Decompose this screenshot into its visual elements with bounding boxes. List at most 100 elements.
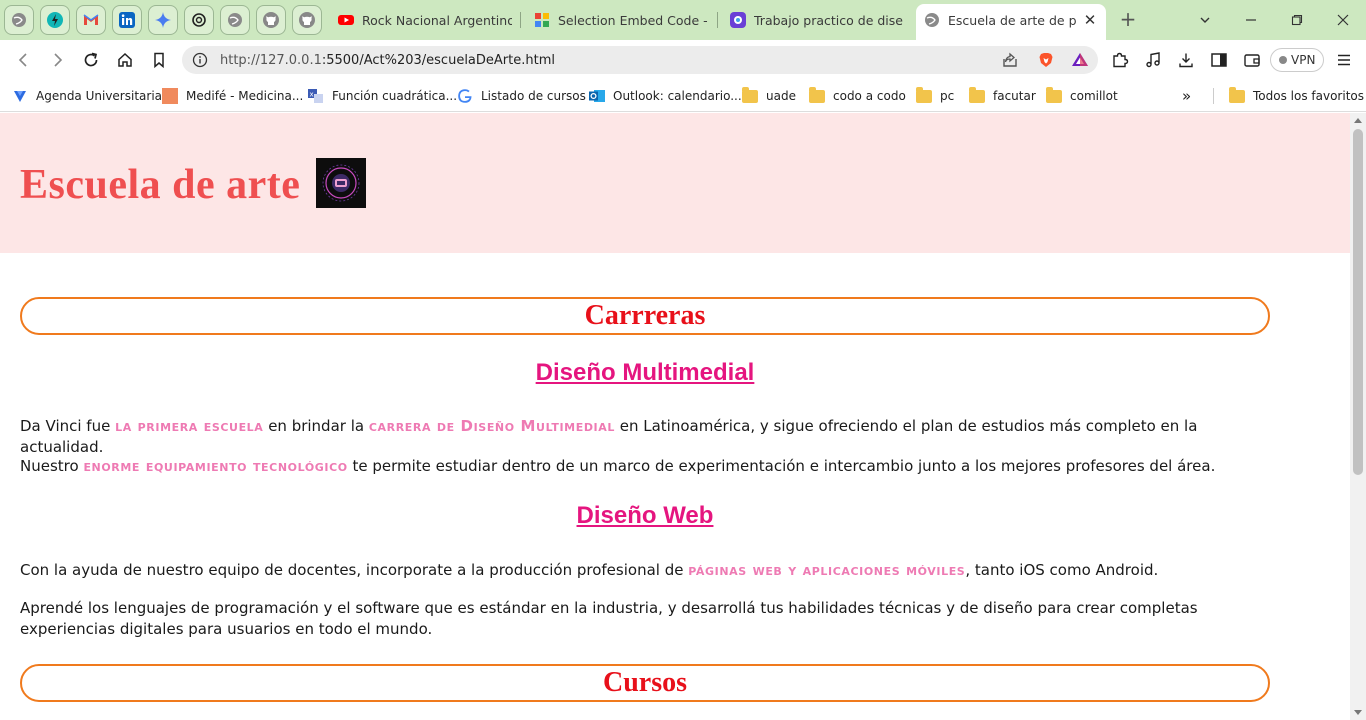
vpn-label: VPN	[1291, 53, 1316, 67]
tab-rock-nacional[interactable]: Rock Nacional Argentino - D	[330, 4, 520, 36]
tab-search-button[interactable]	[1182, 0, 1228, 40]
downloads-button[interactable]	[1174, 48, 1198, 72]
new-tab-button[interactable]: +	[1116, 8, 1140, 32]
logo-emblem-icon	[322, 164, 360, 202]
bookmark-label: Función cuadrática...	[332, 89, 458, 103]
outlook-icon	[589, 88, 605, 104]
google-icon	[534, 12, 550, 28]
url-text: http://127.0.0.1:5500/Act%203/escuelaDeA…	[220, 53, 555, 68]
home-button[interactable]	[113, 48, 137, 72]
main-menu-button[interactable]	[1332, 48, 1356, 72]
wallet-button[interactable]	[1240, 48, 1264, 72]
pinned-tab-globe[interactable]	[4, 5, 34, 35]
sidebar-button[interactable]	[1207, 48, 1231, 72]
url-host: http://127.0.0.1	[220, 52, 322, 68]
pinned-tab-linkedin[interactable]	[112, 5, 142, 35]
tab-trabajo-practico[interactable]: Trabajo practico de diseño y	[722, 4, 912, 36]
chatgpt-icon	[192, 13, 206, 27]
chevron-down-icon	[1200, 17, 1210, 23]
bookmark-blue-icon	[12, 88, 28, 104]
gemini-icon	[155, 12, 171, 28]
pinned-tab-github[interactable]	[256, 5, 286, 35]
vpn-button[interactable]: VPN	[1270, 48, 1325, 72]
text: , tanto iOS como Android.	[965, 561, 1159, 579]
bookmark-label: Medifé - Medicina...	[186, 89, 304, 103]
media-button[interactable]	[1141, 48, 1165, 72]
scroll-down-icon[interactable]	[1354, 710, 1362, 715]
brave-rewards-button[interactable]	[1068, 48, 1092, 72]
page-scrollbar[interactable]	[1350, 113, 1366, 720]
reload-icon	[84, 52, 98, 67]
arrow-left-icon	[18, 53, 27, 67]
bookmark-folder-uade[interactable]: uade	[742, 86, 796, 106]
folder-icon	[1229, 86, 1245, 104]
pinned-tab-bolt[interactable]	[40, 5, 70, 35]
subheading-diseno-web[interactable]: Diseño Web	[0, 502, 1290, 530]
share-button[interactable]	[998, 48, 1022, 72]
github-icon	[299, 12, 315, 28]
bookmark-label: Todos los favoritos	[1253, 89, 1364, 103]
page-viewport: Escuela de arte Carrreras Diseño Multime…	[0, 113, 1350, 720]
text: Da Vinci fue	[20, 417, 116, 435]
bookmark-agenda[interactable]: Agenda Universitaria	[12, 86, 162, 106]
all-bookmarks-folder[interactable]: Todos los favoritos	[1229, 86, 1364, 106]
hamburger-menu-icon	[1338, 54, 1350, 66]
folder-icon	[809, 86, 825, 104]
bookmark-medife[interactable]: Medifé - Medicina...	[162, 86, 303, 106]
text: Con la ayuda de nuestro equipo de docent…	[20, 561, 689, 579]
reload-button[interactable]	[79, 48, 103, 72]
close-tab-icon[interactable]: ✕	[1082, 11, 1098, 29]
bookmark-label: Agenda Universitaria	[36, 89, 163, 103]
bookmark-folder-pc[interactable]: pc	[916, 86, 954, 106]
close-window-button[interactable]	[1320, 0, 1366, 40]
highlight-text: la primera escuela	[115, 417, 264, 435]
school-logo	[316, 158, 366, 208]
pinned-tab-gemini[interactable]	[148, 5, 178, 35]
tab-selection-embed[interactable]: Selection Embed Code - Goo	[526, 4, 716, 36]
scrollbar-thumb[interactable]	[1353, 129, 1363, 475]
more-bookmarks-button[interactable]: »	[1182, 86, 1191, 106]
home-icon	[118, 52, 132, 67]
highlight-text: carrera de Diseño Multimedial	[368, 417, 615, 435]
bookmark-page-button[interactable]	[147, 48, 171, 72]
bookmark-folder-codo-a-codo[interactable]: codo a codo	[809, 86, 906, 106]
scroll-up-icon[interactable]	[1354, 118, 1362, 123]
folder-icon	[1046, 86, 1062, 104]
gmail-icon	[83, 14, 99, 25]
pinned-tab-github-2[interactable]	[292, 5, 322, 35]
share-icon	[1003, 52, 1017, 67]
rewards-triangle-icon	[1072, 53, 1088, 66]
subheading-diseno-multimedial[interactable]: Diseño Multimedial	[0, 359, 1290, 387]
github-icon	[263, 12, 279, 28]
globe-icon	[228, 13, 242, 27]
pinned-tab-chatgpt[interactable]	[184, 5, 214, 35]
bookmark-folder-facutar[interactable]: facutar	[969, 86, 1036, 106]
back-button[interactable]	[12, 48, 36, 72]
bookmark-listado-cursos[interactable]: Listado de cursos	[457, 86, 586, 106]
bookmark-funcion-cuadratica[interactable]: x Función cuadrática...	[308, 86, 457, 106]
wallet-icon	[1244, 54, 1260, 67]
section-heading-cursos: Cursos	[20, 664, 1270, 702]
bookmark-label: comillot	[1070, 89, 1118, 103]
globe-icon	[924, 12, 940, 28]
bookmark-outlook[interactable]: Outlook: calendario...	[589, 86, 742, 106]
text: te permite estudiar dentro de un marco d…	[347, 457, 1216, 475]
extensions-button[interactable]	[1108, 48, 1132, 72]
address-bar[interactable]: http://127.0.0.1:5500/Act%203/escuelaDeA…	[182, 46, 1098, 74]
section-heading-carreras: Carrreras	[20, 297, 1270, 335]
pinned-tab-gmail[interactable]	[76, 5, 106, 35]
brave-shields-button[interactable]	[1034, 48, 1058, 72]
bookmark-folder-comillot[interactable]: comillot	[1046, 86, 1118, 106]
bookmarks-divider	[1213, 88, 1214, 104]
restore-button[interactable]	[1274, 0, 1320, 40]
site-info-icon[interactable]	[186, 46, 214, 74]
download-icon	[1179, 53, 1193, 68]
bookmark-label: codo a codo	[833, 89, 906, 103]
url-path: :5500/Act%203/escuelaDeArte.html	[321, 52, 555, 68]
tab-escuela-de-arte[interactable]: Escuela de arte de progr ✕	[916, 4, 1106, 40]
forward-button[interactable]	[45, 48, 69, 72]
pinned-tab-globe-2[interactable]	[220, 5, 250, 35]
folder-icon	[742, 86, 758, 104]
paragraph-multimedial-2: Nuestro enorme equipamiento tecnológico …	[20, 456, 1280, 477]
minimize-button[interactable]	[1228, 0, 1274, 40]
